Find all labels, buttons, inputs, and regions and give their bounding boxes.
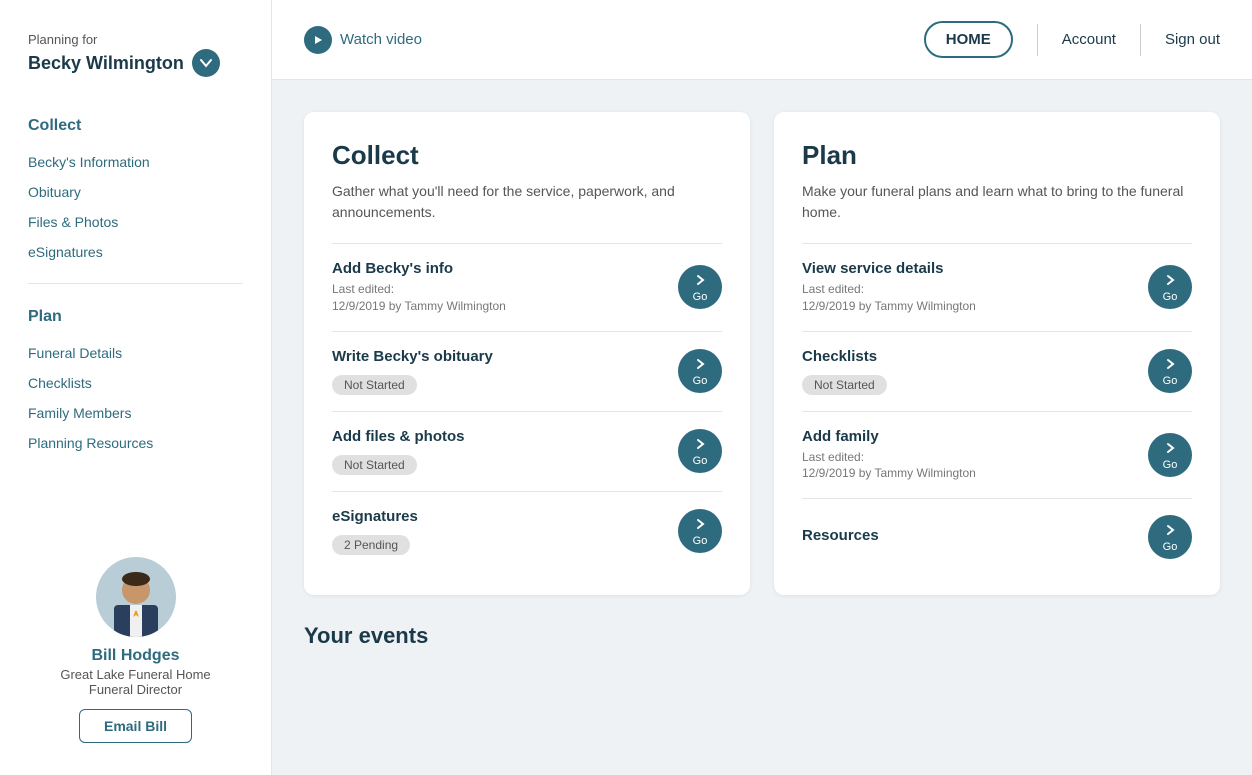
cards-row: Collect Gather what you'll need for the … bbox=[304, 112, 1220, 595]
home-button[interactable]: HOME bbox=[924, 21, 1013, 58]
sidebar-item-obituary[interactable]: Obituary bbox=[28, 177, 243, 207]
collect-item-beckys-info: Add Becky's info Last edited:12/9/2019 b… bbox=[332, 243, 722, 331]
collect-card-description: Gather what you'll need for the service,… bbox=[332, 181, 722, 223]
obituary-status-badge: Not Started bbox=[332, 375, 417, 395]
plan-item-service-details-meta: Last edited:12/9/2019 by Tammy Wilmingto… bbox=[802, 281, 1148, 315]
watch-video-button[interactable]: Watch video bbox=[304, 26, 422, 54]
sidebar-item-esignatures[interactable]: eSignatures bbox=[28, 237, 243, 267]
agent-company: Great Lake Funeral Home bbox=[60, 667, 210, 682]
agent-section: Bill Hodges Great Lake Funeral Home Fune… bbox=[28, 533, 243, 743]
checklists-status-badge: Not Started bbox=[802, 375, 887, 395]
topnav-divider-2 bbox=[1140, 24, 1141, 56]
collect-item-files-photos: Add files & photos Not Started Go bbox=[332, 411, 722, 491]
collect-beckys-info-go-btn[interactable]: Go bbox=[678, 265, 722, 309]
collect-item-beckys-info-title: Add Becky's info bbox=[332, 260, 678, 277]
plan-item-resources: Resources Go bbox=[802, 498, 1192, 575]
play-icon bbox=[304, 26, 332, 54]
sidebar-item-funeral-details[interactable]: Funeral Details bbox=[28, 338, 243, 368]
signout-link[interactable]: Sign out bbox=[1165, 31, 1220, 48]
plan-item-resources-title: Resources bbox=[802, 527, 1148, 544]
plan-card: Plan Make your funeral plans and learn w… bbox=[774, 112, 1220, 595]
plan-item-add-family-title: Add family bbox=[802, 428, 1148, 445]
collect-card: Collect Gather what you'll need for the … bbox=[304, 112, 750, 595]
plan-service-details-go-btn[interactable]: Go bbox=[1148, 265, 1192, 309]
plan-item-checklists-title: Checklists bbox=[802, 348, 1148, 365]
main-content: Watch video HOME Account Sign out Collec… bbox=[272, 0, 1252, 775]
collect-obituary-go-btn[interactable]: Go bbox=[678, 349, 722, 393]
plan-checklists-go-btn[interactable]: Go bbox=[1148, 349, 1192, 393]
planning-name-dropdown-btn[interactable] bbox=[192, 49, 220, 77]
collect-item-beckys-info-meta: Last edited:12/9/2019 by Tammy Wilmingto… bbox=[332, 281, 678, 315]
plan-item-add-family: Add family Last edited:12/9/2019 by Tamm… bbox=[802, 411, 1192, 499]
sidebar-item-beckys-info[interactable]: Becky's Information bbox=[28, 147, 243, 177]
collect-item-obituary-title: Write Becky's obituary bbox=[332, 348, 678, 365]
collect-item-esignatures: eSignatures 2 Pending Go bbox=[332, 491, 722, 571]
planning-for-label: Planning for bbox=[28, 32, 243, 47]
agent-role: Funeral Director bbox=[89, 682, 182, 697]
top-nav: Watch video HOME Account Sign out bbox=[272, 0, 1252, 80]
esignatures-status-badge: 2 Pending bbox=[332, 535, 410, 555]
plan-card-title: Plan bbox=[802, 140, 1192, 171]
collect-card-title: Collect bbox=[332, 140, 722, 171]
sidebar-divider bbox=[28, 283, 243, 284]
plan-item-add-family-meta: Last edited:12/9/2019 by Tammy Wilmingto… bbox=[802, 449, 1148, 483]
topnav-divider bbox=[1037, 24, 1038, 56]
email-agent-button[interactable]: Email Bill bbox=[79, 709, 192, 743]
plan-card-description: Make your funeral plans and learn what t… bbox=[802, 181, 1192, 223]
sidebar-item-checklists[interactable]: Checklists bbox=[28, 368, 243, 398]
collect-item-esignatures-title: eSignatures bbox=[332, 508, 678, 525]
collect-esignatures-go-btn[interactable]: Go bbox=[678, 509, 722, 553]
planning-name: Becky Wilmington bbox=[28, 53, 184, 74]
files-photos-status-badge: Not Started bbox=[332, 455, 417, 475]
plan-item-checklists: Checklists Not Started Go bbox=[802, 331, 1192, 411]
account-link[interactable]: Account bbox=[1062, 31, 1116, 48]
sidebar-item-family-members[interactable]: Family Members bbox=[28, 398, 243, 428]
plan-item-service-details: View service details Last edited:12/9/20… bbox=[802, 243, 1192, 331]
sidebar: Planning for Becky Wilmington Collect Be… bbox=[0, 0, 272, 775]
agent-name: Bill Hodges bbox=[91, 647, 179, 665]
sidebar-plan-label: Plan bbox=[28, 308, 243, 326]
agent-avatar bbox=[96, 557, 176, 637]
sidebar-collect-label: Collect bbox=[28, 117, 243, 135]
collect-item-files-photos-title: Add files & photos bbox=[332, 428, 678, 445]
sidebar-item-planning-resources[interactable]: Planning Resources bbox=[28, 428, 243, 458]
plan-add-family-go-btn[interactable]: Go bbox=[1148, 433, 1192, 477]
dashboard: Collect Gather what you'll need for the … bbox=[272, 80, 1252, 681]
plan-item-service-details-title: View service details bbox=[802, 260, 1148, 277]
plan-resources-go-btn[interactable]: Go bbox=[1148, 515, 1192, 559]
sidebar-item-files-photos[interactable]: Files & Photos bbox=[28, 207, 243, 237]
events-section-title: Your events bbox=[304, 623, 1220, 649]
collect-item-obituary: Write Becky's obituary Not Started Go bbox=[332, 331, 722, 411]
collect-files-photos-go-btn[interactable]: Go bbox=[678, 429, 722, 473]
